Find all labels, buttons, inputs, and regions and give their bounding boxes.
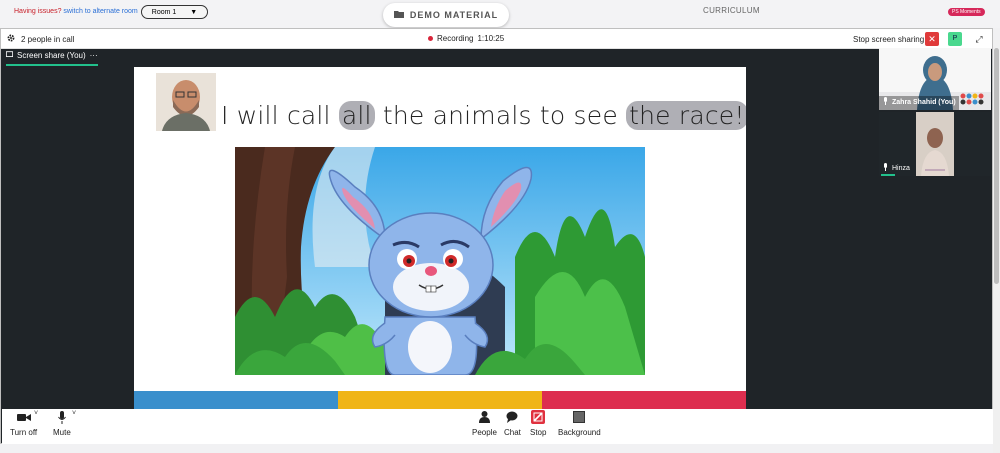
recording-status: Recording 1:10:25 [428, 34, 504, 43]
stop-share-icon [531, 410, 546, 426]
call-toolbar: Turn off ˅ Mute ˅ People Chat Stop Backg… [2, 409, 993, 444]
issues-label: Having issues? [14, 8, 62, 15]
people-count: 2 people in call [7, 34, 74, 44]
background-button[interactable]: Background [558, 411, 601, 437]
top-bar: Having issues? switch to alternate room … [0, 0, 1000, 28]
recording-time: 1:10:25 [477, 34, 505, 43]
issues-notice: Having issues? switch to alternate room [14, 8, 138, 15]
demo-material-button[interactable]: DEMO MATERIAL [383, 3, 509, 27]
chat-bubble-icon [506, 411, 518, 425]
speaking-indicator [881, 174, 895, 176]
curriculum-link[interactable]: CURRICULUM [703, 6, 760, 15]
alternate-room-link[interactable]: switch to alternate room [63, 8, 137, 15]
highlight-phrase-the-race: the race! [626, 101, 746, 130]
participant-name-self: Zahra Shahid (You) [883, 97, 956, 107]
camera-options-chevron-icon[interactable]: ˅ [34, 410, 38, 417]
color-bar-red [542, 391, 746, 409]
participant-name-hinza: Hinza [883, 163, 910, 173]
background-icon [573, 411, 586, 425]
gear-icon[interactable] [7, 34, 15, 44]
stop-screen-sharing-label: Stop screen sharing [853, 35, 925, 44]
background-button-label: Background [558, 428, 601, 437]
room-select-value: Room 1 [151, 8, 177, 16]
chat-button[interactable]: Chat [504, 411, 521, 437]
folder-icon [393, 10, 404, 20]
recording-dot-icon [428, 36, 433, 41]
microphone-icon [57, 410, 66, 426]
more-menu-icon[interactable]: ··· [90, 51, 98, 60]
stop-sharing-button[interactable]: ✕ [925, 32, 939, 46]
ps-moments-badge[interactable]: PS Moments [948, 8, 985, 16]
color-bar-blue [134, 391, 338, 409]
rabbit-illustration [235, 147, 645, 376]
screen-share-tab[interactable]: Screen share (You) ··· [5, 51, 98, 66]
room-select[interactable]: Room 1 ▼ [141, 5, 208, 19]
expand-icon[interactable]: ⤢ [972, 32, 986, 46]
people-button[interactable]: People [472, 411, 497, 437]
highlight-word-all: all [338, 101, 375, 130]
recording-label: Recording [437, 34, 474, 43]
participant-name-label: Hinza [892, 164, 910, 172]
call-header: 2 people in call Recording 1:10:25 Stop … [1, 29, 992, 49]
color-bar-yellow [338, 391, 542, 409]
microphone-icon [883, 163, 888, 173]
mute-button-label: Mute [53, 428, 71, 437]
chevron-down-icon: ▼ [190, 8, 198, 16]
page-scrollbar[interactable] [993, 40, 1000, 453]
ps-moments-label: PS Moments [952, 9, 981, 15]
stop-button-label: Stop [530, 428, 547, 437]
participant-tile-self[interactable]: Zahra Shahid (You) [879, 48, 991, 110]
demo-material-label: DEMO MATERIAL [409, 10, 499, 20]
shared-slide: I will call all the animals to see the r… [134, 67, 746, 409]
slide-sentence: I will call all the animals to see the r… [221, 101, 746, 130]
participant-name-label: Zahra Shahid (You) [892, 98, 956, 106]
participant-tile-hinza[interactable]: Hinza [879, 112, 991, 176]
stop-sharing-toolbar-button[interactable]: Stop [530, 410, 547, 437]
chat-button-label: Chat [504, 428, 521, 437]
people-count-label: 2 people in call [21, 34, 75, 44]
people-button-label: People [472, 428, 497, 437]
close-icon: ✕ [928, 34, 936, 44]
mic-options-chevron-icon[interactable]: ˅ [72, 410, 76, 417]
slide-text-part-1: I will call [221, 101, 339, 130]
camera-button-label: Turn off [10, 428, 38, 437]
mute-button[interactable]: Mute [53, 410, 71, 437]
microphone-icon [883, 97, 888, 107]
screen-share-label: Screen share (You) [17, 51, 86, 60]
bottom-strip [0, 444, 993, 453]
screen-share-icon [5, 51, 14, 60]
teacher-avatar [156, 73, 216, 131]
video-camera-icon [16, 413, 31, 424]
call-window: 2 people in call Recording 1:10:25 Stop … [0, 28, 993, 444]
person-icon [478, 411, 490, 425]
slide-text-part-2: the animals to see [374, 101, 627, 130]
p-button[interactable]: P [948, 32, 962, 46]
scrollbar-thumb[interactable] [994, 48, 999, 284]
